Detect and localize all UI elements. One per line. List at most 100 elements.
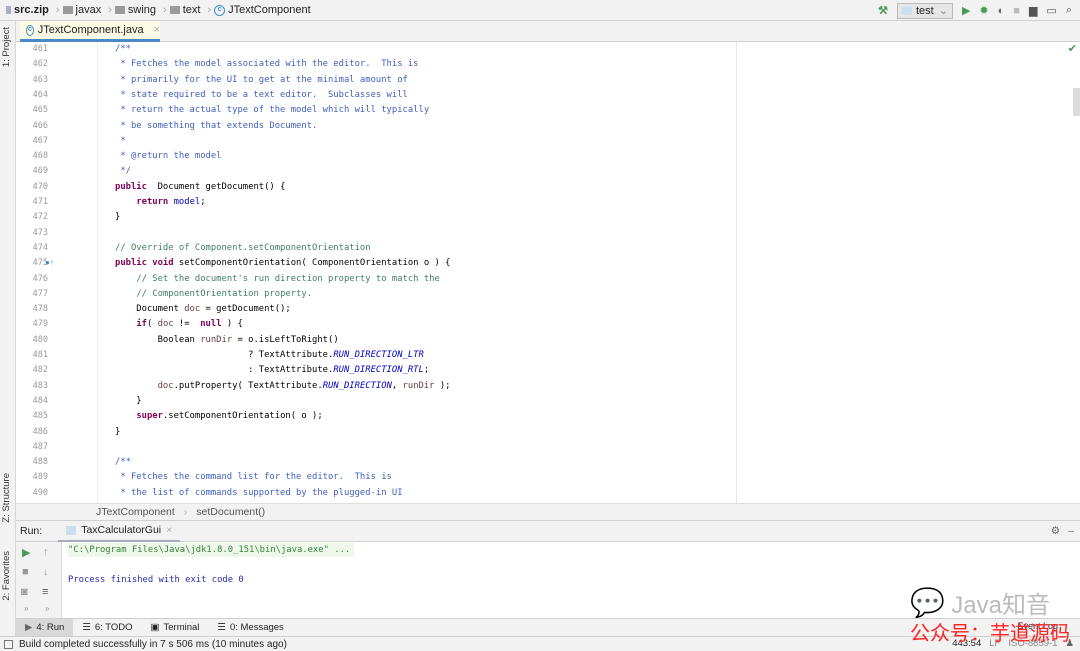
- toggle-tool-windows-icon[interactable]: [4, 639, 13, 649]
- editor-tab-bar: c JTextComponent.java ×: [16, 21, 1080, 42]
- code-line: * primarily for the UI to get at the min…: [115, 73, 408, 88]
- code-token: ;: [423, 365, 430, 376]
- gear-icon[interactable]: ⚙: [1051, 525, 1060, 537]
- code-breadcrumb: JTextComponent › setDocument(): [16, 503, 1080, 521]
- stop-icon[interactable]: ■: [1013, 5, 1020, 17]
- coverage-icon[interactable]: ◐: [998, 5, 1005, 17]
- terminal-icon[interactable]: ▭: [1046, 4, 1056, 17]
- code-token: /**: [115, 44, 131, 54]
- stop-icon[interactable]: ■: [22, 566, 29, 578]
- more-icon[interactable]: »: [24, 604, 28, 613]
- code-token: ;: [200, 197, 206, 207]
- run-icon[interactable]: ▶: [962, 4, 970, 17]
- terminal-icon: ▣: [150, 622, 160, 633]
- close-icon[interactable]: ×: [166, 524, 172, 536]
- line-number: 469: [32, 166, 48, 177]
- code-token: * @return the model: [115, 151, 222, 162]
- code-line: *: [115, 134, 125, 149]
- code-token: RUN_DIRECTION: [322, 380, 392, 391]
- line-number: 473: [32, 227, 48, 238]
- archive-icon: [6, 6, 11, 14]
- code-line: * Fetches the command list for the edito…: [115, 470, 392, 485]
- editor-scrollbar[interactable]: [1073, 88, 1080, 116]
- favorites-tool-button[interactable]: 2: Favorites: [1, 551, 12, 601]
- code-token: return: [136, 197, 169, 207]
- override-marker-icon[interactable]: ●↑: [45, 258, 54, 267]
- class-icon: c: [214, 4, 226, 16]
- code-line: Boolean runDir = o.isLeftToRight(): [115, 333, 339, 348]
- run-config-select[interactable]: test ⌄: [896, 2, 953, 19]
- code-token: ? TextAttribute.: [115, 350, 334, 360]
- code-token: // Set the document's run direction prop…: [136, 273, 440, 284]
- code-line: : TextAttribute.RUN_DIRECTION_RTL;: [115, 363, 429, 378]
- structure-tool-button[interactable]: Z: Structure: [1, 473, 12, 523]
- line-number: 465: [32, 105, 48, 116]
- nav-crumb-archive[interactable]: src.zip: [6, 4, 49, 16]
- code-token: * Fetches the command list for the edito…: [115, 472, 392, 483]
- code-token: null: [200, 319, 222, 330]
- nav-crumb-swing[interactable]: swing: [114, 4, 156, 16]
- code-line: public Document getDocument() {: [115, 180, 285, 195]
- code-token: setComponentOrientation( ComponentOrient…: [173, 258, 451, 269]
- nav-crumb-class[interactable]: c JTextComponent: [214, 4, 311, 16]
- code-line: * be something that extends Document.: [115, 119, 317, 134]
- project-tool-button[interactable]: 1: Project: [1, 27, 12, 67]
- code-line: /**: [115, 42, 131, 57]
- code-line: * return the actual type of the model wh…: [115, 103, 429, 118]
- build-hammer-icon[interactable]: ⚒: [878, 4, 888, 17]
- code-token: Document getDocument() {: [146, 181, 286, 192]
- code-token: doc: [184, 304, 201, 315]
- code-editor[interactable]: 461 462 463 464 465 466 467 468 469 470 471 472 473 4…: [16, 42, 1080, 503]
- code-token: ) {: [221, 319, 243, 330]
- more-icon[interactable]: »: [45, 604, 49, 613]
- tool-tab-terminal[interactable]: ▣ Terminal: [142, 619, 209, 637]
- code-line: * state required to be a text editor. Su…: [115, 88, 408, 103]
- tool-tab-run[interactable]: ▶ 4: Run: [16, 618, 74, 637]
- line-number: 476: [32, 273, 48, 284]
- run-label: Run:: [20, 525, 43, 537]
- tab-jtextcomponent[interactable]: c JTextComponent.java ×: [20, 21, 160, 42]
- minimize-icon[interactable]: –: [1068, 525, 1074, 537]
- code-token: * be something that extends Document.: [115, 120, 318, 131]
- status-message[interactable]: Build completed successfully in 7 s 506 …: [19, 639, 287, 650]
- code-token: * Fetches the model associated with the …: [115, 59, 419, 70]
- code-token: Boolean: [115, 334, 201, 345]
- project-structure-icon[interactable]: ▆: [1029, 4, 1037, 17]
- debug-icon[interactable]: ✹: [979, 4, 988, 17]
- nav-crumb-text[interactable]: text: [169, 4, 200, 16]
- nav-crumb-javax[interactable]: javax: [62, 4, 101, 16]
- code-token: */: [115, 166, 131, 177]
- line-number: 482: [32, 365, 48, 376]
- code-token: : TextAttribute.: [115, 365, 334, 376]
- code-token: RUN_DIRECTION_RTL: [333, 365, 424, 376]
- wrap-icon[interactable]: ≡: [42, 586, 48, 598]
- wechat-icon: 💬: [910, 587, 946, 618]
- run-tab[interactable]: TaxCalculatorGui ×: [58, 521, 181, 542]
- search-icon[interactable]: ⌕: [1066, 4, 1072, 17]
- code-line: // Override of Component.setComponentOri…: [115, 241, 371, 256]
- right-margin-guide: [736, 42, 737, 503]
- code-token: = o.isLeftToRight(): [232, 334, 339, 345]
- tool-tab-todo[interactable]: ☰ 6: TODO: [73, 619, 141, 637]
- breadcrumb-class[interactable]: JTextComponent: [96, 506, 175, 518]
- camera-icon[interactable]: ◙: [21, 586, 28, 598]
- close-icon[interactable]: ×: [154, 24, 160, 36]
- breadcrumb-method[interactable]: setDocument(): [196, 506, 265, 518]
- folder-icon: [114, 6, 125, 14]
- tool-tab-messages[interactable]: ☰ 0: Messages: [208, 619, 292, 637]
- line-number: 462: [32, 59, 48, 70]
- watermark: 💬 Java知音: [910, 587, 1050, 619]
- up-icon[interactable]: ↑: [43, 546, 49, 558]
- line-number: 483: [32, 380, 48, 391]
- code-line: }: [115, 425, 120, 440]
- code-line: }: [115, 394, 141, 409]
- down-icon[interactable]: ↓: [43, 566, 49, 578]
- line-number: 478: [32, 304, 48, 315]
- rerun-icon[interactable]: ▶: [22, 546, 30, 559]
- code-line: /**: [115, 455, 131, 470]
- line-number: 464: [32, 89, 48, 100]
- code-line: public void setComponentOrientation( Com…: [115, 256, 450, 271]
